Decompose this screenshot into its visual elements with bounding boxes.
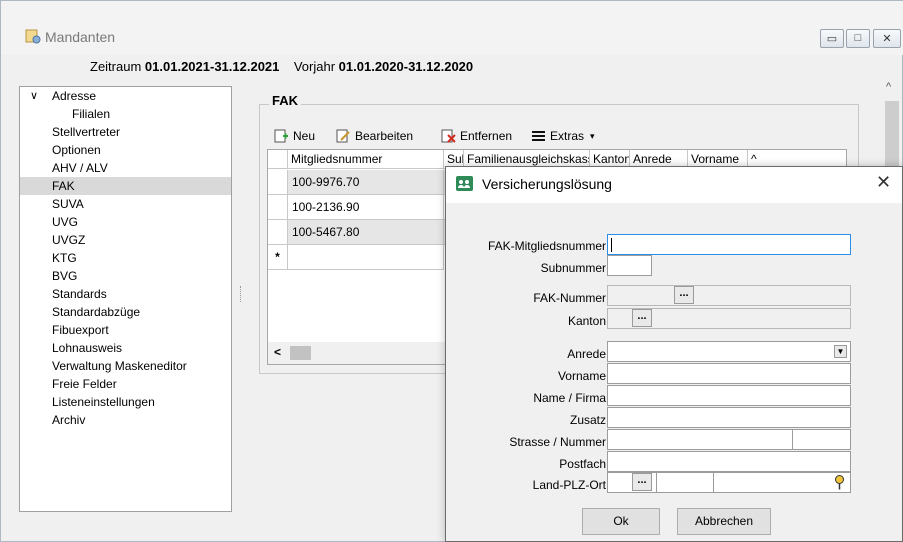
row-header[interactable]	[268, 170, 288, 195]
new-row-marker[interactable]: *	[268, 245, 288, 270]
tree-item-uvg[interactable]: UVG	[20, 213, 231, 231]
table-row-number[interactable]: 100-2136.90	[288, 195, 444, 220]
new-row-cell[interactable]	[288, 245, 444, 270]
country-label: Land-PLZ-Ort	[532, 478, 606, 492]
name-label: Name / Firma	[533, 391, 606, 405]
tree-item-adresse[interactable]: ∨ Adresse	[20, 87, 231, 105]
new-icon	[274, 129, 289, 143]
salutation-label: Anrede	[567, 347, 606, 361]
street-input[interactable]	[607, 429, 793, 450]
fak-member-label: FAK-Mitgliedsnummer	[487, 239, 606, 253]
country-lookup-button[interactable]: ...	[632, 473, 652, 491]
dropdown-arrow-icon: ▾	[590, 130, 595, 141]
pobox-input[interactable]	[607, 451, 851, 472]
dropdown-arrow-icon[interactable]: ▼	[834, 345, 847, 358]
canton-label: Kanton	[567, 314, 606, 328]
table-corner	[268, 150, 288, 169]
tree-item-fak[interactable]: FAK	[20, 177, 231, 195]
tree-item-optionen[interactable]: Optionen	[20, 141, 231, 159]
dialog-title-bar: Versicherungslösung ✕	[446, 167, 902, 203]
column-header-mitgliedsnummer[interactable]: Mitgliedsnummer	[288, 150, 444, 169]
street-label: Strasse / Nummer	[509, 435, 606, 449]
extras-menu-button[interactable]: Extras ▾	[531, 126, 595, 146]
title-bar: Mandanten ▭ □ ✕	[1, 1, 903, 55]
scroll-up-icon: ^	[751, 152, 757, 166]
row-header[interactable]	[268, 195, 288, 220]
tree-item-suva[interactable]: SUVA	[20, 195, 231, 213]
versicherungsloesung-dialog: Versicherungslösung ✕ FAK-Mitgliedsnumme…	[445, 166, 903, 542]
fak-number-label: FAK-Nummer	[533, 291, 606, 305]
prev-period-value: 01.01.2020-31.12.2020	[338, 59, 474, 74]
maximize-icon: □	[854, 32, 862, 44]
subnumber-input[interactable]	[607, 255, 652, 276]
fak-member-input[interactable]	[607, 234, 851, 255]
edit-icon	[336, 129, 351, 143]
tree-item-ktg[interactable]: KTG	[20, 249, 231, 267]
salutation-select[interactable]: ▼	[607, 341, 851, 362]
scroll-up-icon[interactable]: ^	[886, 81, 891, 93]
scroll-thumb[interactable]	[290, 346, 311, 360]
delete-icon	[441, 129, 456, 143]
new-button[interactable]: Neu	[274, 126, 315, 146]
tree-item-archiv[interactable]: Archiv	[20, 411, 231, 429]
firstname-label: Vorname	[557, 369, 606, 383]
dialog-title: Versicherungslösung	[482, 176, 612, 192]
edit-button[interactable]: Bearbeiten	[336, 126, 413, 146]
tree-item-maskeneditor[interactable]: Verwaltung Maskeneditor	[20, 357, 231, 375]
tree-item-stellvertreter[interactable]: Stellvertreter	[20, 123, 231, 141]
tree-item-standardabzuege[interactable]: Standardabzüge	[20, 303, 231, 321]
cancel-button[interactable]: Abbrechen	[677, 508, 771, 535]
remove-button[interactable]: Entfernen	[441, 126, 512, 146]
splitter-handle[interactable]	[240, 286, 242, 302]
period-label: Zeitraum	[90, 59, 142, 74]
location-pin-icon[interactable]	[832, 474, 847, 491]
window-title: Mandanten	[45, 29, 116, 45]
tree-item-filialen[interactable]: Filialen	[20, 105, 231, 123]
tree-item-lohnausweis[interactable]: Lohnausweis	[20, 339, 231, 357]
prev-period-label: Vorjahr	[293, 59, 336, 74]
tree-item-freie-felder[interactable]: Freie Felder	[20, 375, 231, 393]
minimize-button[interactable]: ▭	[820, 29, 844, 48]
firstname-input[interactable]	[607, 363, 851, 384]
minimize-icon: ▭	[826, 33, 838, 45]
tree-item-uvgz[interactable]: UVGZ	[20, 231, 231, 249]
chevron-down-icon[interactable]: ∨	[30, 87, 38, 105]
city-input[interactable]	[713, 472, 851, 493]
menu-icon	[531, 129, 546, 143]
addition-label: Zusatz	[569, 413, 606, 427]
subnumber-label: Subnummer	[540, 261, 606, 275]
addition-input[interactable]	[607, 407, 851, 428]
street-number-input[interactable]	[792, 429, 851, 450]
app-icon	[25, 28, 41, 44]
tree-item-bvg[interactable]: BVG	[20, 267, 231, 285]
period-info: Zeitraum 01.01.2021-31.12.2021 Vorjahr 0…	[90, 59, 473, 74]
pobox-label: Postfach	[559, 457, 606, 471]
tree-item-standards[interactable]: Standards	[20, 285, 231, 303]
zip-input[interactable]	[656, 472, 714, 493]
maximize-button[interactable]: □	[846, 29, 870, 48]
tree-item-listeneinstellungen[interactable]: Listeneinstellungen	[20, 393, 231, 411]
tree-item-ahv-alv[interactable]: AHV / ALV	[20, 159, 231, 177]
scroll-left-icon[interactable]: <	[274, 345, 281, 359]
fak-group-title: FAK	[269, 93, 301, 108]
contact-card-icon	[456, 176, 473, 191]
name-input[interactable]	[607, 385, 851, 406]
navigation-tree: ∨ Adresse Filialen Stellvertreter Option…	[19, 86, 232, 512]
period-value: 01.01.2021-31.12.2021	[144, 59, 280, 74]
tree-item-fibuexport[interactable]: Fibuexport	[20, 321, 231, 339]
row-header[interactable]	[268, 220, 288, 245]
close-icon[interactable]: ✕	[876, 172, 891, 193]
close-icon: ✕	[882, 33, 892, 45]
table-row-number[interactable]: 100-5467.80	[288, 220, 444, 245]
fak-number-field	[607, 285, 851, 306]
text-caret	[611, 238, 612, 252]
table-row-number[interactable]: 100-9976.70	[288, 170, 444, 195]
fak-number-lookup-button[interactable]: ...	[674, 286, 694, 304]
close-window-button[interactable]: ✕	[873, 29, 901, 48]
ok-button[interactable]: Ok	[582, 508, 660, 535]
canton-lookup-button[interactable]: ...	[632, 309, 652, 327]
